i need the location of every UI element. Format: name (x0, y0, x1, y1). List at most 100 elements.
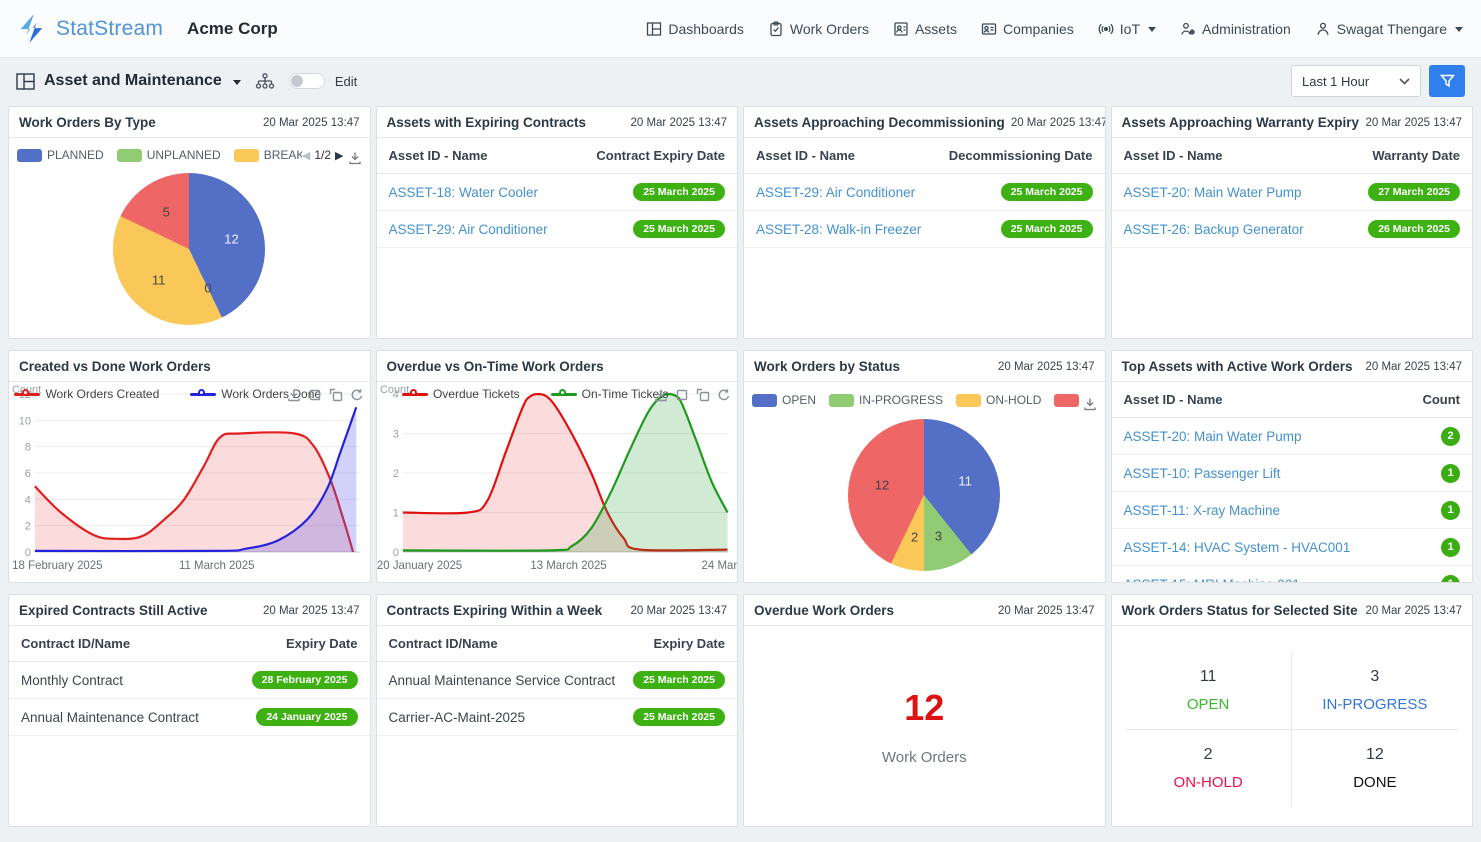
nav-label: Administration (1202, 21, 1291, 37)
line-marker-icon (190, 389, 216, 400)
pie-slice-value: 11 (152, 272, 166, 287)
nav-item-work-orders[interactable]: Work Orders (768, 21, 869, 37)
legend-item[interactable]: DONE (1054, 393, 1082, 407)
status-cell-on-hold: 2 ON-HOLD (1126, 730, 1292, 807)
hierarchy-icon[interactable] (255, 73, 275, 90)
widget-timestamp: 20 Mar 2025 13:47 (998, 605, 1095, 617)
administration-icon (1180, 21, 1196, 37)
status-label: ON-HOLD (1130, 774, 1287, 791)
asset-link[interactable]: ASSET-14: HVAC System - HVAC001 (1124, 540, 1351, 555)
line-legend[interactable]: Work Orders CreatedWork Orders Done (39, 387, 310, 401)
pie-legend[interactable]: PLANNED UNPLANNED BREAKDOWN (17, 148, 302, 162)
legend-item[interactable]: On-Time Tickets (551, 387, 669, 401)
line-legend[interactable]: Overdue TicketsOn-Time Tickets (407, 387, 678, 401)
pie-slice-value: 12 (224, 232, 238, 247)
work-orders-by-status-pie-chart[interactable]: 113212 (848, 419, 1000, 571)
legend-item[interactable]: ON-HOLD (956, 393, 1041, 407)
edit-label: Edit (335, 74, 357, 89)
pie-legend[interactable]: OPEN IN-PROGRESS ON-HOLD DONE (752, 393, 1083, 407)
date-pill: 25 March 2025 (633, 671, 725, 689)
legend-swatch (1054, 394, 1079, 407)
download-icon[interactable] (654, 388, 668, 402)
nav-label: IoT (1120, 21, 1140, 37)
nav-items: Dashboards Work Orders Assets Companies … (646, 21, 1463, 37)
legend-prev-icon[interactable]: ◀ (302, 149, 310, 162)
created-vs-done-line-chart[interactable]: 024681012Count18 February 202511 March 2… (9, 382, 370, 582)
legend-item[interactable]: Overdue Tickets (402, 387, 520, 401)
status-label: OPEN (1130, 696, 1287, 713)
table-header: Asset ID - Name Count (1112, 382, 1473, 418)
nav-item-user-menu[interactable]: Swagat Thengare (1315, 21, 1463, 37)
dashboard-toolbar: Asset and Maintenance Edit Last 1 Hour (0, 58, 1481, 104)
overdue-vs-ontime-line-chart[interactable]: 01234Count20 January 202513 March 202524… (377, 382, 738, 582)
table-row: Annual Maintenance Contract 24 January 2… (9, 699, 370, 736)
legend-label: IN-PROGRESS (859, 393, 943, 407)
data-zoom-icon[interactable] (675, 388, 689, 402)
top-navigation: StatStream Acme Corp Dashboards Work Ord… (0, 0, 1481, 58)
chevron-down-icon (233, 80, 241, 85)
date-pill: 25 March 2025 (1001, 183, 1093, 201)
refresh-icon[interactable] (717, 388, 731, 402)
asset-link[interactable]: ASSET-28: Walk-in Freezer (756, 222, 921, 237)
restore-icon[interactable] (329, 388, 343, 402)
nav-item-companies[interactable]: Companies (981, 21, 1074, 37)
user-name: Swagat Thengare (1337, 21, 1447, 37)
status-cell-open: 11 OPEN (1126, 652, 1292, 730)
asset-link[interactable]: ASSET-20: Main Water Pump (1124, 429, 1302, 444)
legend-item[interactable]: Work Orders Created (14, 387, 159, 401)
download-icon[interactable] (348, 151, 362, 165)
filter-button[interactable] (1429, 65, 1465, 97)
assets-icon (893, 21, 909, 37)
asset-link[interactable]: ASSET-29: Air Conditioner (389, 222, 548, 237)
asset-link[interactable]: ASSET-11: X-ray Machine (1124, 503, 1281, 518)
company-name: Acme Corp (187, 19, 278, 39)
svg-text:8: 8 (25, 442, 31, 454)
legend-item[interactable]: PLANNED (17, 148, 104, 162)
asset-link[interactable]: ASSET-15: MRI Machine 001 (1124, 577, 1300, 583)
svg-text:11 March 2025: 11 March 2025 (179, 560, 254, 572)
date-pill: 27 March 2025 (1368, 183, 1460, 201)
legend-item[interactable]: IN-PROGRESS (829, 393, 943, 407)
pie-slice-value: 12 (875, 478, 889, 493)
table-row: ASSET-10: Passenger Lift 1 (1112, 455, 1473, 492)
table-row: ASSET-15: MRI Machine 001 1 (1112, 566, 1473, 582)
asset-link[interactable]: ASSET-18: Water Cooler (389, 185, 539, 200)
widget-timestamp: 20 Mar 2025 13:47 (263, 117, 360, 129)
table-row: ASSET-11: X-ray Machine 1 (1112, 492, 1473, 529)
data-zoom-icon[interactable] (308, 388, 322, 402)
asset-link[interactable]: ASSET-10: Passenger Lift (1124, 466, 1281, 481)
nav-item-iot[interactable]: IoT (1098, 21, 1156, 37)
svg-text:0: 0 (392, 547, 398, 559)
svg-text:13 March 2025: 13 March 2025 (530, 560, 606, 572)
legend-label: OPEN (782, 393, 816, 407)
nav-item-administration[interactable]: Administration (1180, 21, 1291, 37)
dashboard-selector[interactable]: Asset and Maintenance (16, 72, 241, 90)
column-header: Decommissioning Date (949, 148, 1093, 163)
widget-title: Top Assets with Active Work Orders (1122, 359, 1353, 374)
widget-timestamp: 20 Mar 2025 13:47 (630, 605, 727, 617)
download-icon[interactable] (1083, 397, 1097, 411)
time-range-select[interactable]: Last 1 Hour (1291, 65, 1421, 97)
asset-link[interactable]: ASSET-26: Backup Generator (1124, 222, 1304, 237)
legend-item[interactable]: BREAKDOWN (234, 148, 302, 162)
edit-toggle[interactable] (289, 73, 325, 89)
download-icon[interactable] (287, 388, 301, 402)
widget-timestamp: 20 Mar 2025 13:47 (1365, 605, 1462, 617)
table-header: Asset ID - Name Warranty Date (1112, 138, 1473, 174)
widget-work-orders-by-status: Work Orders by Status 20 Mar 2025 13:47 … (743, 350, 1106, 583)
pie-slice-value: 11 (958, 473, 972, 488)
asset-link[interactable]: ASSET-29: Air Conditioner (756, 185, 915, 200)
widget-title: Contracts Expiring Within a Week (387, 603, 603, 618)
nav-item-dashboards[interactable]: Dashboards (646, 21, 744, 37)
nav-item-assets[interactable]: Assets (893, 21, 957, 37)
refresh-icon[interactable] (350, 388, 364, 402)
legend-item[interactable]: OPEN (752, 393, 816, 407)
count-badge: 1 (1441, 538, 1460, 557)
asset-link[interactable]: ASSET-20: Main Water Pump (1124, 185, 1302, 200)
status-grid: 11 OPEN 3 IN-PROGRESS 2 ON-HOLD 12 DONE (1126, 652, 1459, 807)
work-orders-by-type-pie-chart[interactable]: 120115 (113, 173, 265, 325)
legend-next-icon[interactable]: ▶ (335, 149, 343, 162)
restore-icon[interactable] (696, 388, 710, 402)
legend-item[interactable]: UNPLANNED (117, 148, 221, 162)
table-header: Contract ID/Name Expiry Date (9, 626, 370, 662)
